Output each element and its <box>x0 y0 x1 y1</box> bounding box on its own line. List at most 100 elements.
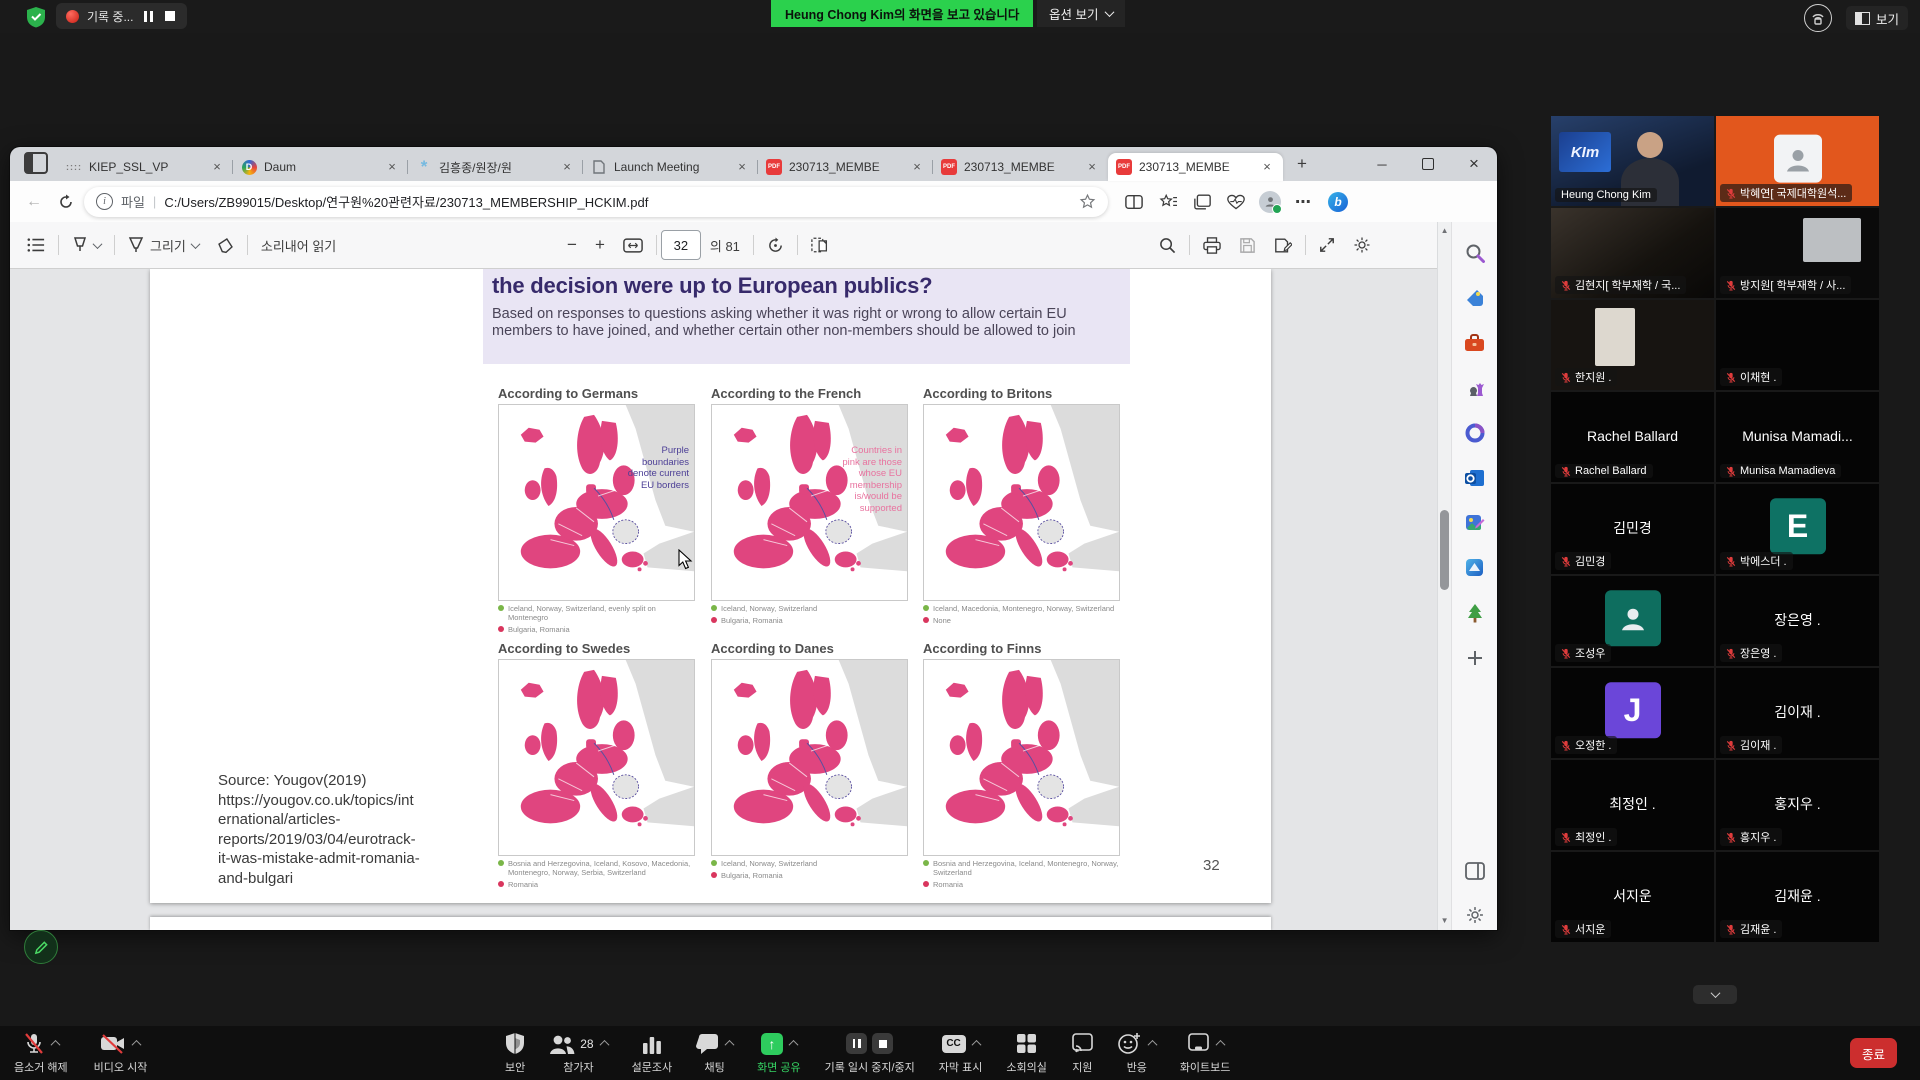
browser-tab-2[interactable]: DDaum× <box>233 153 408 181</box>
toolbar-chat-button[interactable]: 채팅 <box>696 1026 733 1080</box>
save-button[interactable] <box>1230 229 1265 261</box>
participant-tile-18[interactable]: 김재윤 .김재윤 . <box>1716 852 1879 942</box>
browser-tab-7[interactable]: PDF230713_MEMBE× <box>1108 153 1283 181</box>
chevron-up-icon[interactable] <box>599 1040 609 1050</box>
participant-tile-11[interactable]: 조성우 <box>1551 576 1714 666</box>
participant-tile-10[interactable]: E박에스더 . <box>1716 484 1879 574</box>
participant-tile-5[interactable]: 한지원 . <box>1551 300 1714 390</box>
participant-tile-1[interactable]: KImHeung Chong Kim <box>1551 116 1714 206</box>
print-button[interactable] <box>1194 229 1230 261</box>
sidebar-tree-icon[interactable] <box>1462 600 1487 625</box>
participant-tile-13[interactable]: J오정한 . <box>1551 668 1714 758</box>
annotation-pen-button[interactable] <box>24 930 58 964</box>
sidebar-panel-icon[interactable] <box>1462 858 1487 883</box>
highlighter-tool-button[interactable] <box>63 229 110 261</box>
sidebar-toolbox-icon[interactable] <box>1462 330 1487 355</box>
toolbar-poll-button[interactable]: 설문조사 <box>632 1026 672 1080</box>
participant-tile-8[interactable]: Munisa Mamadi...Munisa Mamadieva <box>1716 392 1879 482</box>
save-as-button[interactable] <box>1265 229 1301 261</box>
participant-tile-4[interactable]: 방지원[ 학부재학 / 사... <box>1716 208 1879 298</box>
view-options-button[interactable]: 옵션 보기 <box>1037 0 1125 27</box>
scrollbar-thumb[interactable] <box>1440 510 1449 590</box>
scroll-down-arrow[interactable]: ▼ <box>1438 914 1451 928</box>
pause-recording-button[interactable] <box>141 9 155 23</box>
close-button[interactable]: × <box>1451 147 1497 181</box>
participant-tile-9[interactable]: 김민경김민경 <box>1551 484 1714 574</box>
sidebar-app-icon[interactable] <box>1462 555 1487 580</box>
chevron-up-icon[interactable] <box>1215 1040 1225 1050</box>
end-meeting-button[interactable]: 종료 <box>1850 1038 1897 1068</box>
browser-essentials-icon[interactable] <box>1222 188 1250 216</box>
fullscreen-button[interactable] <box>1310 229 1344 261</box>
favorite-star-icon[interactable] <box>1079 193 1096 210</box>
chevron-up-icon[interactable] <box>1147 1040 1157 1050</box>
toolbar-record-button[interactable]: 기록 일시 중지/중지 <box>825 1026 915 1080</box>
toolbar-grid-button[interactable]: 소회의실 <box>1006 1026 1046 1080</box>
pdf-scrollbar[interactable]: ▲ ▼ <box>1437 222 1451 930</box>
toolbar-cam-off-button[interactable]: 비디오 시작 <box>94 1026 148 1080</box>
draw-tool-button[interactable]: 그리기 <box>119 229 208 261</box>
zoom-in-button[interactable]: + <box>586 229 614 261</box>
url-field[interactable]: i 파일 | C:/Users/ZB99015/Desktop/연구원%20관련… <box>84 187 1108 217</box>
fit-to-width-button[interactable] <box>614 229 652 261</box>
toolbar-support-button[interactable]: 지원 <box>1071 1026 1094 1080</box>
tab-close-icon[interactable]: × <box>384 159 400 175</box>
collapse-panel-button[interactable] <box>1693 985 1737 1004</box>
bing-copilot-icon[interactable]: b <box>1324 188 1352 216</box>
sidebar-search-icon[interactable] <box>1462 240 1487 265</box>
browser-tab-6[interactable]: PDF230713_MEMBE× <box>933 153 1108 181</box>
workspaces-icon[interactable] <box>24 152 48 174</box>
chevron-up-icon[interactable] <box>50 1040 60 1050</box>
tab-close-icon[interactable]: × <box>1084 159 1100 175</box>
more-menu-icon[interactable]: ⋯ <box>1290 188 1318 216</box>
toolbar-board-button[interactable]: 화이트보드 <box>1180 1026 1231 1080</box>
page-number-input[interactable] <box>661 230 701 260</box>
maximize-button[interactable] <box>1405 147 1451 181</box>
split-screen-icon[interactable] <box>1120 188 1148 216</box>
search-document-icon[interactable] <box>1150 229 1185 261</box>
scroll-up-arrow[interactable]: ▲ <box>1438 224 1451 238</box>
profile-avatar[interactable] <box>1256 188 1284 216</box>
participant-tile-3[interactable]: 김현지[ 학부재학 / 국... <box>1551 208 1714 298</box>
sidebar-games-icon[interactable] <box>1462 375 1487 400</box>
back-icon[interactable]: ← <box>20 188 48 216</box>
toolbar-shield-button[interactable]: 보안 <box>505 1026 525 1080</box>
participant-tile-6[interactable]: 이채현 . <box>1716 300 1879 390</box>
pdf-settings-gear-icon[interactable] <box>1344 229 1380 261</box>
toolbar-share-button[interactable]: ↑화면 공유 <box>757 1026 801 1080</box>
pause-recording-icon[interactable] <box>846 1033 867 1054</box>
tab-close-icon[interactable]: × <box>909 159 925 175</box>
zoom-out-button[interactable]: − <box>558 229 586 261</box>
browser-tab-1[interactable]: ::::KIEP_SSL_VP× <box>58 153 233 181</box>
tab-close-icon[interactable]: × <box>734 159 750 175</box>
stop-recording-button[interactable] <box>163 9 177 23</box>
chevron-up-icon[interactable] <box>788 1040 798 1050</box>
refresh-icon[interactable] <box>52 188 80 216</box>
participant-tile-2[interactable]: 박혜연[ 국제대학원석... <box>1716 116 1879 206</box>
pdf-content-area[interactable]: the decision were up to European publics… <box>10 269 1437 930</box>
participant-tile-15[interactable]: 최정인 .최정인 . <box>1551 760 1714 850</box>
sidebar-add-icon[interactable] <box>1462 645 1487 670</box>
sidebar-settings-icon[interactable] <box>1462 902 1487 927</box>
browser-tab-4[interactable]: Launch Meeting× <box>583 153 758 181</box>
participant-tile-14[interactable]: 김이재 .김이재 . <box>1716 668 1879 758</box>
browser-tab-3[interactable]: *김흥종/원장/원× <box>408 153 583 181</box>
chevron-up-icon[interactable] <box>132 1040 142 1050</box>
table-of-contents-icon[interactable] <box>18 229 54 261</box>
chevron-up-icon[interactable] <box>725 1040 735 1050</box>
sidebar-m365-icon[interactable] <box>1462 420 1487 445</box>
participant-tile-7[interactable]: Rachel BallardRachel Ballard <box>1551 392 1714 482</box>
chevron-up-icon[interactable] <box>971 1040 981 1050</box>
toolbar-cc-button[interactable]: CC자막 표시 <box>939 1026 983 1080</box>
tab-close-icon[interactable]: × <box>559 159 575 175</box>
page-info-icon[interactable]: i <box>96 193 113 210</box>
toolbar-mic-off-button[interactable]: 음소거 해제 <box>14 1026 68 1080</box>
tab-close-icon[interactable]: × <box>209 159 225 175</box>
gallery-view-button[interactable]: 보기 <box>1846 6 1908 30</box>
participant-tile-12[interactable]: 장은영 .장은영 . <box>1716 576 1879 666</box>
rotate-button[interactable] <box>758 229 793 261</box>
participant-tile-16[interactable]: 홍지우 .홍지우 . <box>1716 760 1879 850</box>
page-view-button[interactable] <box>802 229 839 261</box>
browser-tab-5[interactable]: PDF230713_MEMBE× <box>758 153 933 181</box>
collections-icon[interactable] <box>1188 188 1216 216</box>
